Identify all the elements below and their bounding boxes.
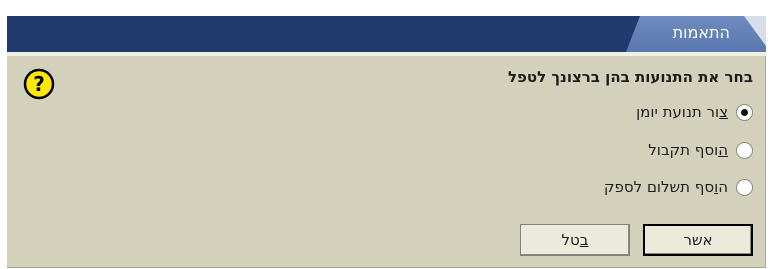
ok-button[interactable]: אשר	[643, 224, 753, 256]
radio-option-add-supplier-payment[interactable]: הוסף תשלום לספק	[604, 176, 753, 198]
radio-option-label: הוסף תקבול	[648, 141, 728, 159]
radio-option-journal-entry[interactable]: צור תנועת יומן	[636, 101, 753, 123]
title-bar: התאמות	[7, 16, 766, 52]
window-title: התאמות	[672, 23, 730, 42]
title-divider	[7, 52, 766, 56]
radio-button[interactable]	[736, 141, 753, 159]
question-icon: ?	[23, 68, 55, 100]
radio-button[interactable]	[736, 178, 753, 196]
prompt-label: בחר את התנועות בהן ברצונך לטפל	[507, 68, 753, 86]
dialog-window: התאמות ? בחר את התנועות בהן ברצונך לטפל …	[7, 16, 766, 268]
radio-option-add-receipt[interactable]: הוסף תקבול	[648, 139, 753, 161]
svg-text:?: ?	[33, 72, 45, 96]
radio-option-label: צור תנועת יומן	[636, 103, 728, 121]
title-tab-corner	[744, 16, 766, 46]
radio-option-label: הוסף תשלום לספק	[603, 178, 728, 196]
radio-button-selected[interactable]	[736, 103, 753, 121]
cancel-button[interactable]: ב טל	[520, 224, 630, 256]
